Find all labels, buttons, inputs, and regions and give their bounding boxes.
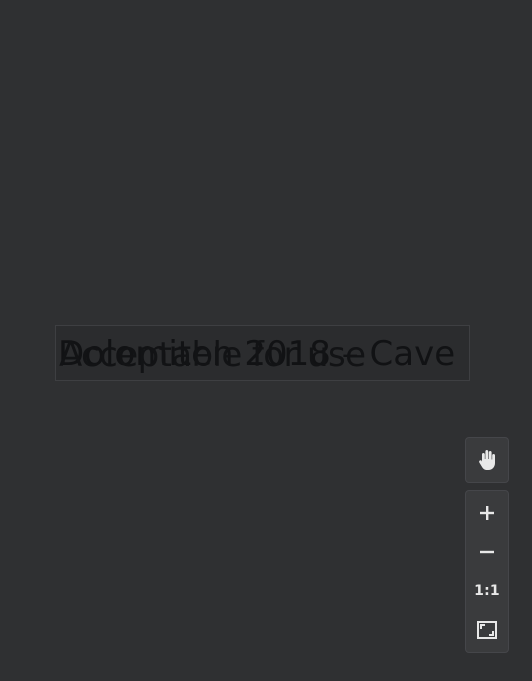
zoom-out-button[interactable] — [466, 534, 508, 570]
actual-size-button[interactable]: 1:1 — [466, 573, 508, 609]
pan-tool-panel — [465, 437, 509, 483]
actual-size-label: 1:1 — [474, 583, 500, 599]
fit-to-screen-icon — [477, 621, 497, 639]
overlay-text-2: Acceptable for use — [59, 335, 366, 375]
plus-icon — [479, 505, 495, 521]
hand-icon — [476, 448, 498, 472]
image-viewer: Dolomiten 2018 – Cave Acceptable for use — [0, 0, 532, 681]
zoom-tool-panel: 1:1 — [465, 490, 509, 653]
zoom-in-button[interactable] — [466, 495, 508, 531]
minus-icon — [479, 544, 495, 560]
image-canvas[interactable]: Dolomiten 2018 – Cave Acceptable for use — [55, 325, 470, 381]
pan-button[interactable] — [466, 438, 508, 482]
fit-to-screen-button[interactable] — [466, 612, 508, 648]
